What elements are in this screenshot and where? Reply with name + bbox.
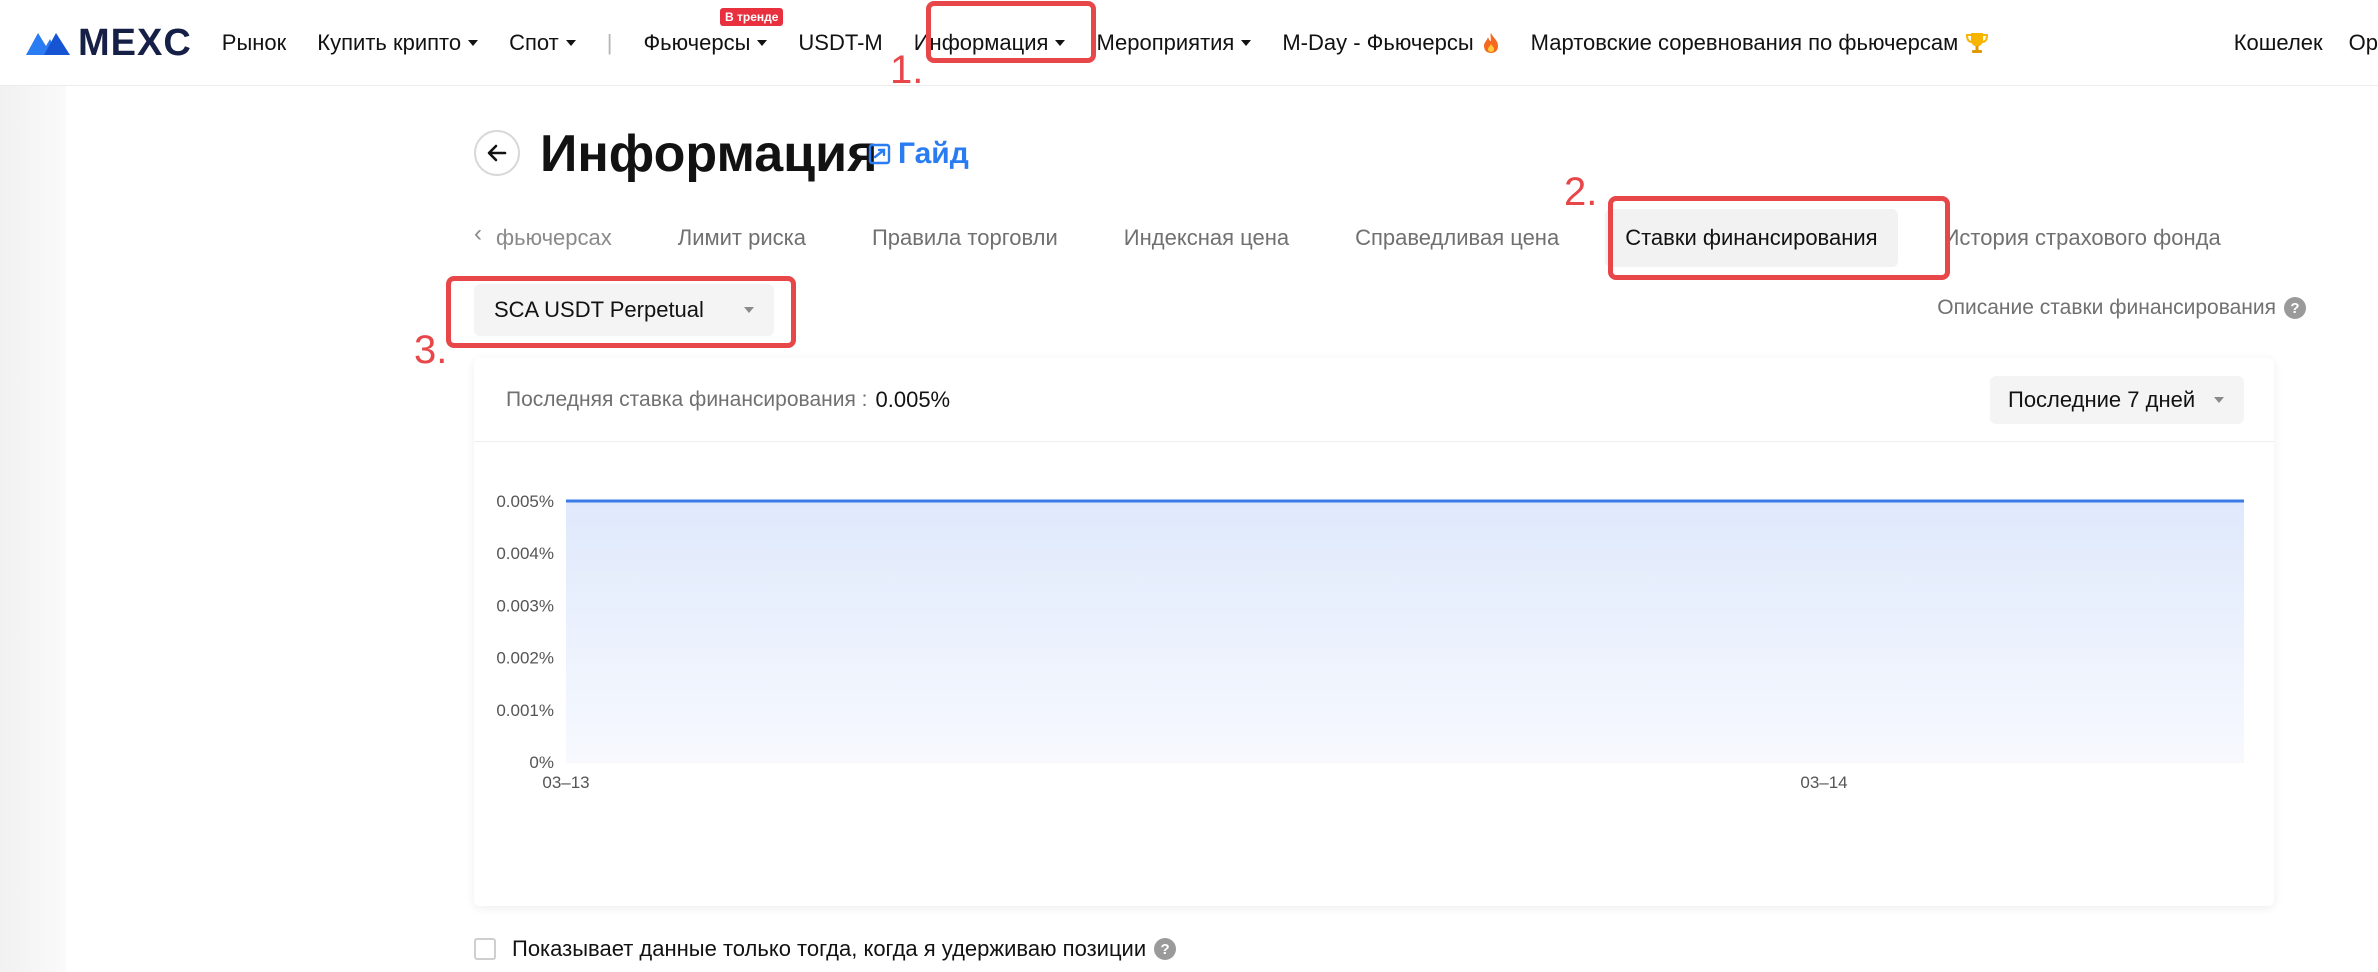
nav-march-competition[interactable]: Мартовские соревнования по фьючерсам (1531, 30, 1991, 56)
last-rate-label: Последняя ставка финансирования : (506, 387, 868, 411)
y-tick-label: 0.004% (496, 544, 554, 563)
fire-icon (1483, 32, 1498, 53)
x-tick-label: 03–13 (542, 773, 589, 792)
caret-down-icon (565, 39, 576, 46)
y-tick-label: 0% (529, 753, 554, 772)
only-positions-toggle[interactable]: Показывает данные только тогда, когда я … (474, 936, 1177, 962)
help-icon: ? (1154, 938, 1177, 960)
contract-select-value: SCA USDT Perpetual (494, 297, 704, 322)
mexc-logo-icon (26, 32, 70, 55)
y-tick-label: 0.002% (496, 649, 554, 668)
guide-link[interactable]: Гайд (868, 136, 969, 172)
only-positions-checkbox[interactable] (474, 938, 496, 960)
guide-icon (868, 143, 891, 165)
area-fill (566, 501, 2244, 762)
nav-separator: | (606, 29, 613, 55)
trophy-icon (1966, 32, 1989, 53)
nav-wallet[interactable]: Кошелек (2234, 30, 2323, 56)
caret-down-icon (744, 307, 754, 313)
nav-spot[interactable]: Спот (509, 30, 576, 56)
guide-label: Гайд (898, 137, 969, 170)
back-button[interactable] (474, 130, 520, 176)
annotation-number-1: 1. (890, 48, 924, 92)
tab-futures[interactable]: фьючерсах (496, 225, 612, 251)
trending-badge: В тренде (719, 7, 784, 26)
top-navigation: MEXC Рынок Купить крипто Спот | Фьючерсы… (0, 0, 2378, 86)
nav-orders[interactable]: Ор (2349, 30, 2378, 56)
nav-right: Кошелек Ор (2234, 0, 2378, 86)
caret-down-icon (757, 39, 768, 46)
annotation-number-2: 2. (1564, 170, 1598, 214)
arrow-left-icon (487, 144, 507, 162)
chevron-left-icon[interactable]: ‹ (474, 220, 482, 248)
tab-trading-rules[interactable]: Правила торговли (872, 225, 1058, 251)
caret-down-icon (2214, 397, 2224, 403)
nav-info[interactable]: Информация (914, 30, 1066, 56)
period-select[interactable]: Последние 7 дней (1990, 376, 2244, 424)
funding-rate-chart[interactable]: 0% 0.001% 0.002% 0.003% 0.004% 0.005% 03–13 03–… (474, 442, 2274, 906)
tab-index-price[interactable]: Индексная цена (1124, 225, 1289, 251)
contract-select[interactable]: SCA USDT Perpetual (474, 284, 774, 336)
funding-chart-card: Последняя ставка финансирования : 0.005%… (474, 358, 2274, 906)
y-tick-label: 0.001% (496, 701, 554, 720)
period-select-value: Последние 7 дней (2008, 387, 2196, 412)
tab-funding-rates[interactable]: Ставки финансирования (1605, 209, 1898, 267)
funding-rate-description-link[interactable]: Описание ставки финансирования ? (1937, 296, 2306, 320)
chart-card-header: Последняя ставка финансирования : 0.005%… (474, 358, 2274, 442)
caret-down-icon (1055, 39, 1066, 46)
tab-insurance-fund[interactable]: История страхового фонда (1944, 225, 2221, 251)
only-positions-label: Показывает данные только тогда, когда я … (512, 936, 1147, 961)
last-rate-value: 0.005% (875, 386, 951, 412)
tab-risk-limit[interactable]: Лимит риска (678, 225, 806, 251)
y-tick-label: 0.003% (496, 596, 554, 615)
funding-rate-description-label: Описание ставки финансирования (1937, 296, 2276, 319)
left-gutter (0, 86, 66, 972)
brand-name: MEXC (78, 21, 192, 64)
nav-futures[interactable]: Фьючерсы В тренде (643, 7, 784, 56)
nav-mday-futures[interactable]: M-Day - Фьючерсы (1282, 30, 1499, 56)
mexc-logo[interactable]: MEXC (24, 24, 192, 62)
caret-down-icon (1241, 39, 1252, 46)
tab-fair-price[interactable]: Справедливая цена (1355, 225, 1559, 251)
x-tick-label: 03–14 (1800, 773, 1847, 792)
annotation-number-3: 3. (414, 328, 448, 372)
y-tick-label: 0.005% (496, 492, 554, 511)
nav-market[interactable]: Рынок (222, 30, 287, 56)
page-title: Информация (540, 125, 878, 183)
info-tabs: ‹ фьючерсах Лимит риска Правила торговли… (474, 208, 2221, 268)
nav-events[interactable]: Мероприятия (1096, 30, 1252, 56)
nav-buy-crypto[interactable]: Купить крипто (317, 30, 479, 56)
help-icon: ? (2284, 297, 2306, 319)
caret-down-icon (468, 39, 479, 46)
nav-usdt-m[interactable]: USDT-M (798, 30, 882, 56)
